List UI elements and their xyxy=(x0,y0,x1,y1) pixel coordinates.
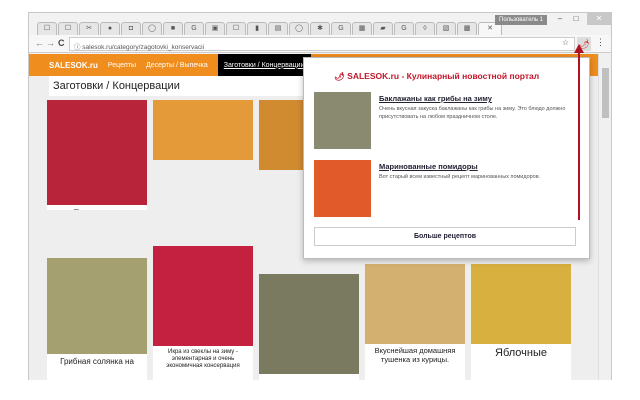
tab-strip: ☐ ☐ ✂ ● ◘ ◯ ■ G ▣ ☐ ▮ ▤ ◯ ✱ G ▦ ▰ G ◊ ▧ ▩ ✕ xyxy=(37,22,502,35)
browser-tab[interactable]: ✱ xyxy=(310,22,330,35)
chrome-menu-icon[interactable]: ⋮ xyxy=(596,37,605,48)
recipe-caption[interactable]: Икра из свеклы на зиму - элементарная и … xyxy=(153,346,253,373)
browser-tab[interactable]: G xyxy=(331,22,351,35)
browser-tab[interactable]: ● xyxy=(100,22,120,35)
recipe-card[interactable]: Рецепты вкусной капусты xyxy=(47,100,147,210)
chili-logo-icon: 🌶 xyxy=(334,71,348,81)
recipe-image xyxy=(314,160,371,217)
recipe-card[interactable]: Вкуснейшая домашняя тушенка из курицы. xyxy=(365,264,465,380)
browser-tab[interactable]: ▧ xyxy=(436,22,456,35)
browser-tab[interactable]: ◯ xyxy=(289,22,309,35)
browser-tab[interactable]: ☐ xyxy=(58,22,78,35)
browser-tab[interactable]: ☐ xyxy=(226,22,246,35)
recipe-description: Очень вкусная закуска баклажаны как гриб… xyxy=(379,106,566,120)
popup-item[interactable]: Маринованные помидоры Вот старый всем из… xyxy=(314,160,584,218)
minimize-button[interactable]: – xyxy=(553,13,567,25)
recipe-caption[interactable]: Рецепты вкусной капусты xyxy=(47,205,147,210)
recipe-image xyxy=(314,92,371,149)
browser-tab[interactable]: ◊ xyxy=(415,22,435,35)
title-bar: ☐ ☐ ✂ ● ◘ ◯ ■ G ▣ ☐ ▮ ▤ ◯ ✱ G ▦ ▰ G ◊ ▧ ▩ ✕ Пользователь 1 – … xyxy=(29,13,611,35)
nav-recipes[interactable]: Рецепты xyxy=(108,62,136,69)
browser-tab[interactable]: G xyxy=(394,22,414,35)
address-bar[interactable]: ⓘ salesok.ru/category/zagotovki_konserva… xyxy=(69,37,575,51)
popup-item[interactable]: Баклажаны как грибы на зиму Очень вкусна… xyxy=(314,92,584,150)
browser-tab[interactable]: ▣ xyxy=(205,22,225,35)
maximize-button[interactable]: □ xyxy=(569,13,583,25)
browser-tab[interactable]: ▩ xyxy=(457,22,477,35)
more-recipes-button[interactable]: Больше рецептов xyxy=(314,227,576,246)
site-logo[interactable]: SALESOK.ru xyxy=(49,61,98,70)
popup-title: 🌶 SALESOK.ru - Кулинарный новостной порт… xyxy=(334,71,540,81)
recipe-image xyxy=(153,246,253,346)
toolbar: ← → C ⓘ salesok.ru/category/zagotovki_ko… xyxy=(29,35,611,53)
recipe-link[interactable]: Баклажаны как грибы на зиму xyxy=(379,94,492,103)
recipe-caption[interactable] xyxy=(259,374,359,380)
browser-tab[interactable]: ▤ xyxy=(268,22,288,35)
browser-tab[interactable]: ▰ xyxy=(373,22,393,35)
nav-desserts[interactable]: Десерты / Выпечка xyxy=(146,62,208,69)
browser-tab[interactable]: ◯ xyxy=(142,22,162,35)
recipe-link[interactable]: Маринованные помидоры xyxy=(379,162,478,171)
back-icon[interactable]: ← xyxy=(35,38,44,48)
recipe-caption[interactable]: Яблочные xyxy=(471,344,571,363)
forward-icon[interactable]: → xyxy=(46,38,55,48)
recipe-caption[interactable]: Вкуснейшая домашняя тушенка из курицы. xyxy=(365,344,465,367)
browser-tab[interactable]: G xyxy=(184,22,204,35)
scrollbar-thumb[interactable] xyxy=(602,68,609,118)
browser-tab[interactable]: ■ xyxy=(163,22,183,35)
browser-tab[interactable]: ☐ xyxy=(37,22,57,35)
recipe-image xyxy=(47,258,147,354)
annotation-arrow xyxy=(578,48,580,220)
recipe-image xyxy=(47,100,147,205)
reload-icon[interactable]: C xyxy=(58,38,65,48)
recipe-image xyxy=(153,100,253,160)
profile-button[interactable]: Пользователь 1 xyxy=(495,15,547,25)
recipe-image xyxy=(259,274,359,374)
recipe-card[interactable]: Яблочные xyxy=(471,264,571,380)
recipe-image xyxy=(365,264,465,344)
extension-popup: 🌶 SALESOK.ru - Кулинарный новостной порт… xyxy=(303,57,590,259)
browser-tab[interactable]: ◘ xyxy=(121,22,141,35)
recipe-card[interactable] xyxy=(259,274,359,380)
browser-tab[interactable]: ▮ xyxy=(247,22,267,35)
close-button[interactable]: ✕ xyxy=(587,13,611,25)
recipe-card[interactable]: Икра из свеклы на зиму - элементарная и … xyxy=(153,246,253,380)
browser-tab[interactable]: ▦ xyxy=(352,22,372,35)
recipe-description: Вот старый всем известный рецепт маринов… xyxy=(379,174,541,180)
recipe-caption[interactable]: Грибная солянка на xyxy=(47,354,147,369)
recipe-card[interactable]: Грибная солянка на xyxy=(47,258,147,380)
browser-tab[interactable]: ✂ xyxy=(79,22,99,35)
nav-preserves[interactable]: Заготовки / Концервации xyxy=(217,54,311,76)
recipe-card[interactable]: Салат из кабачков на зиму с морковью и л… xyxy=(153,100,253,160)
recipe-image xyxy=(471,264,571,344)
scrollbar[interactable] xyxy=(598,54,611,380)
bookmark-star-icon[interactable]: ☆ xyxy=(562,38,569,47)
